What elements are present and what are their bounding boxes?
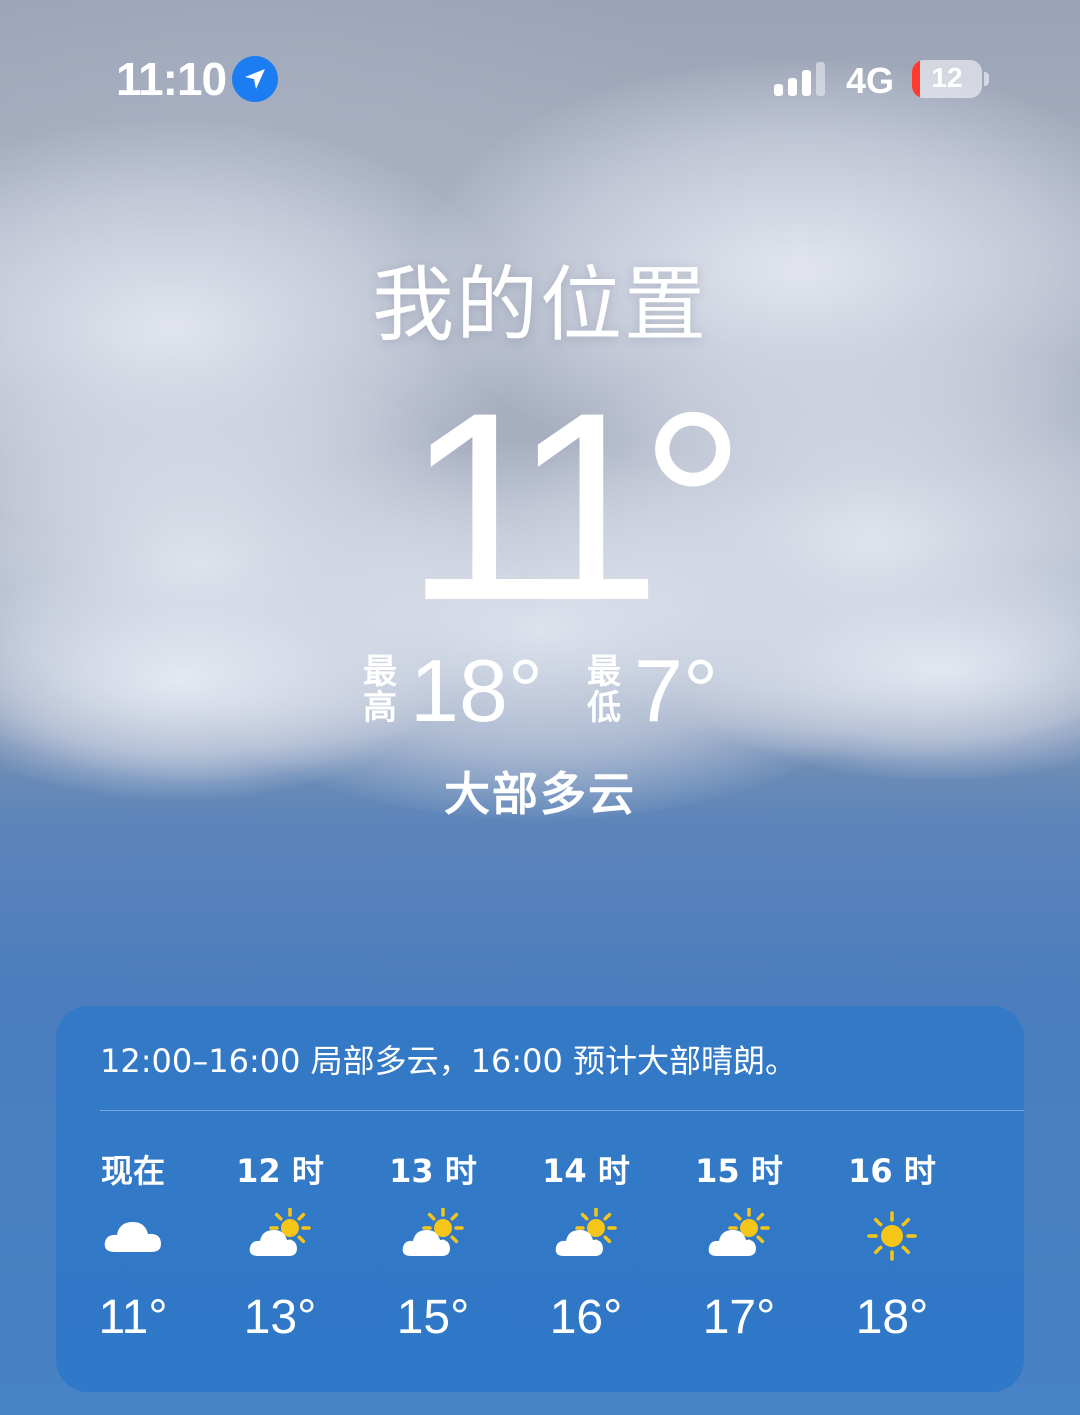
low-label: 最低 bbox=[587, 652, 621, 728]
high-label: 最高 bbox=[363, 652, 397, 728]
hourly-forecast-list[interactable]: 现在 11° 12 时 13° 13 时 15° 14 时 16° 15 时 17° 16 时 18°… bbox=[56, 1116, 1024, 1392]
high-low-temperatures: 最高 18° 最低 7° bbox=[0, 646, 1080, 736]
hourly-forecast-card[interactable]: 12:00–16:00 局部多云，16:00 预计大部晴朗。 现在 11° 12 时… bbox=[56, 1006, 1024, 1392]
hour-label: 13 时 bbox=[389, 1152, 477, 1190]
current-temperature: 11° bbox=[405, 356, 746, 656]
divider bbox=[100, 1110, 1024, 1111]
hour-temperature: 16° bbox=[549, 1291, 623, 1344]
hour-temperature: 17° bbox=[702, 1291, 776, 1344]
hour-item: 14 时 16° bbox=[521, 1116, 651, 1392]
hour-label: 15 时 bbox=[695, 1152, 783, 1190]
weather-condition: 大部多云 bbox=[444, 767, 636, 821]
hour-label: 12 时 bbox=[236, 1152, 324, 1190]
high-temperature: 18° bbox=[410, 641, 544, 740]
battery-percent: 12 bbox=[931, 62, 963, 93]
low-temperature: 7° bbox=[634, 641, 719, 740]
battery-tip bbox=[984, 72, 989, 86]
hour-item: 15 时 17° bbox=[674, 1116, 804, 1392]
hour-temperature: 13° bbox=[243, 1291, 317, 1344]
partly-sunny-icon bbox=[401, 1207, 465, 1264]
cloud-icon bbox=[101, 1208, 165, 1264]
hour-label: 16 时 bbox=[848, 1152, 936, 1190]
hour-temperature: 11° bbox=[98, 1291, 168, 1344]
hour-item: 现在 11° bbox=[68, 1116, 198, 1392]
partly-sunny-icon bbox=[248, 1207, 312, 1264]
sun-icon bbox=[860, 1208, 924, 1264]
cellular-signal-icon bbox=[774, 60, 830, 96]
hour-temperature: 18° bbox=[855, 1291, 929, 1344]
hour-item: 12 时 13° bbox=[215, 1116, 345, 1392]
hour-temperature: 15° bbox=[396, 1291, 470, 1344]
hour-label: 14 时 bbox=[542, 1152, 630, 1190]
battery-icon: 12 bbox=[912, 60, 982, 98]
partly-sunny-icon bbox=[554, 1207, 618, 1264]
hour-item: 16 时 18° bbox=[827, 1116, 957, 1392]
status-bar: 11:10 4G 12 bbox=[0, 0, 1080, 160]
partly-sunny-icon bbox=[707, 1207, 771, 1264]
hour-item: 13 时 15° bbox=[368, 1116, 498, 1392]
network-type: 4G bbox=[846, 60, 895, 101]
forecast-summary: 12:00–16:00 局部多云，16:00 预计大部晴朗。 bbox=[100, 1042, 798, 1080]
status-time: 11:10 bbox=[116, 53, 227, 105]
hour-label: 现在 bbox=[100, 1152, 165, 1190]
hour-item: 11 bbox=[980, 1116, 1024, 1392]
location-title[interactable]: 我的位置 bbox=[0, 238, 1080, 357]
location-arrow-icon bbox=[232, 56, 278, 102]
